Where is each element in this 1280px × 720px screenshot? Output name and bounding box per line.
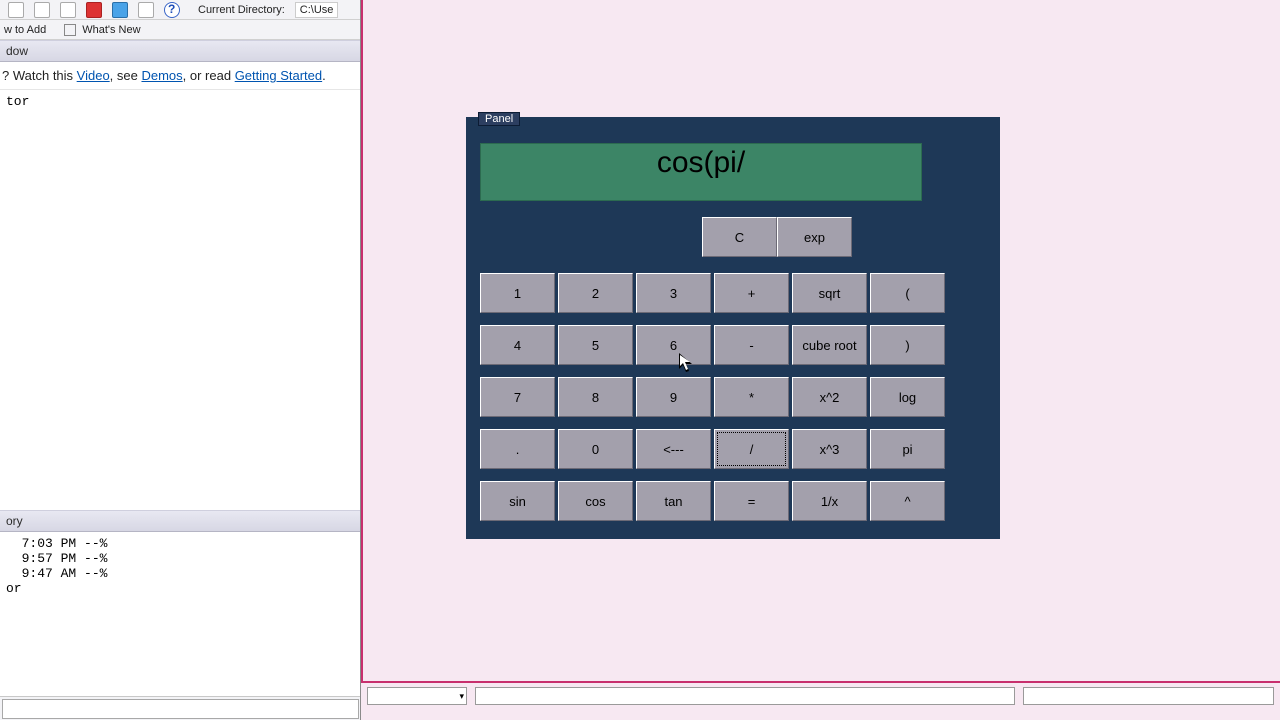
clear-button[interactable]: C [702, 217, 777, 257]
digit-1-button[interactable]: 1 [480, 273, 555, 313]
backspace-button[interactable]: <--- [636, 429, 711, 469]
link-getting-started[interactable]: Getting Started [235, 68, 322, 83]
status-dropdown[interactable] [367, 687, 467, 705]
command-window-line: tor [6, 94, 354, 109]
toolbar-undo-icon[interactable] [34, 2, 50, 18]
matlab-host-window: Current Directory: C:\Use w to Add What'… [0, 0, 361, 720]
sin-button[interactable]: sin [480, 481, 555, 521]
status-field[interactable] [475, 687, 1015, 705]
exp-button[interactable]: exp [777, 217, 852, 257]
log-button[interactable]: log [870, 377, 945, 417]
help-icon[interactable] [164, 2, 180, 18]
open-paren-button[interactable]: ( [870, 273, 945, 313]
command-window-title: dow [6, 44, 28, 58]
cos-button[interactable]: cos [558, 481, 633, 521]
shortcut-how-to-add[interactable]: w to Add [4, 24, 46, 36]
plus-button[interactable]: + [714, 273, 789, 313]
reciprocal-button[interactable]: 1/x [792, 481, 867, 521]
shortcuts-bar: w to Add What's New [0, 20, 360, 40]
status-field-2[interactable] [1023, 687, 1274, 705]
close-paren-button[interactable]: ) [870, 325, 945, 365]
history-line: 9:57 PM --% [6, 551, 354, 566]
calculator-display: cos(pi/ [480, 143, 922, 201]
cuberoot-button[interactable]: cube root [792, 325, 867, 365]
main-toolbar: Current Directory: C:\Use [0, 0, 360, 20]
history-line: 9:47 AM --% [6, 566, 354, 581]
tan-button[interactable]: tan [636, 481, 711, 521]
history-line: or [6, 581, 354, 596]
host-bottom-bar [0, 696, 361, 720]
digit-9-button[interactable]: 9 [636, 377, 711, 417]
digit-0-button[interactable]: 0 [558, 429, 633, 469]
multiply-button[interactable]: * [714, 377, 789, 417]
digit-8-button[interactable]: 8 [558, 377, 633, 417]
digit-6-button[interactable]: 6 [636, 325, 711, 365]
current-directory-value[interactable]: C:\Use [295, 2, 339, 18]
link-video[interactable]: Video [77, 68, 110, 83]
getting-started-banner: ? Watch this Video, see Demos, or read G… [0, 62, 360, 90]
minus-button[interactable]: - [714, 325, 789, 365]
toolbar-redo-icon[interactable] [60, 2, 76, 18]
figure-status-strip [361, 685, 1280, 707]
equals-button[interactable]: = [714, 481, 789, 521]
simulink-icon[interactable] [86, 2, 102, 18]
digit-3-button[interactable]: 3 [636, 273, 711, 313]
link-demos[interactable]: Demos [141, 68, 182, 83]
digit-7-button[interactable]: 7 [480, 377, 555, 417]
calculator-panel: Panel cos(pi/ C exp 1 2 3 + sqrt ( 4 5 6… [466, 117, 1000, 539]
guide-icon[interactable] [112, 2, 128, 18]
host-bottom-input[interactable] [2, 699, 359, 719]
divide-button[interactable]: / [714, 429, 789, 469]
square-button[interactable]: x^2 [792, 377, 867, 417]
profiler-icon[interactable] [138, 2, 154, 18]
decimal-button[interactable]: . [480, 429, 555, 469]
digit-5-button[interactable]: 5 [558, 325, 633, 365]
sqrt-button[interactable]: sqrt [792, 273, 867, 313]
command-history-title: ory [6, 514, 23, 528]
digit-4-button[interactable]: 4 [480, 325, 555, 365]
digit-2-button[interactable]: 2 [558, 273, 633, 313]
shortcut-whats-new[interactable]: What's New [82, 24, 140, 36]
toolbar-icon[interactable] [8, 2, 24, 18]
whats-new-icon [64, 24, 76, 36]
pi-button[interactable]: pi [870, 429, 945, 469]
display-text: cos(pi/ [657, 146, 745, 180]
cube-button[interactable]: x^3 [792, 429, 867, 469]
current-directory-label: Current Directory: [198, 4, 285, 16]
command-window-titlebar: dow [0, 40, 360, 62]
history-line: 7:03 PM --% [6, 536, 354, 551]
panel-tab[interactable]: Panel [478, 112, 520, 126]
command-window-body[interactable]: tor [0, 90, 360, 510]
command-history-body[interactable]: 7:03 PM --% 9:57 PM --% 9:47 AM --% or [0, 532, 360, 600]
power-button[interactable]: ^ [870, 481, 945, 521]
command-history-titlebar: ory [0, 510, 360, 532]
